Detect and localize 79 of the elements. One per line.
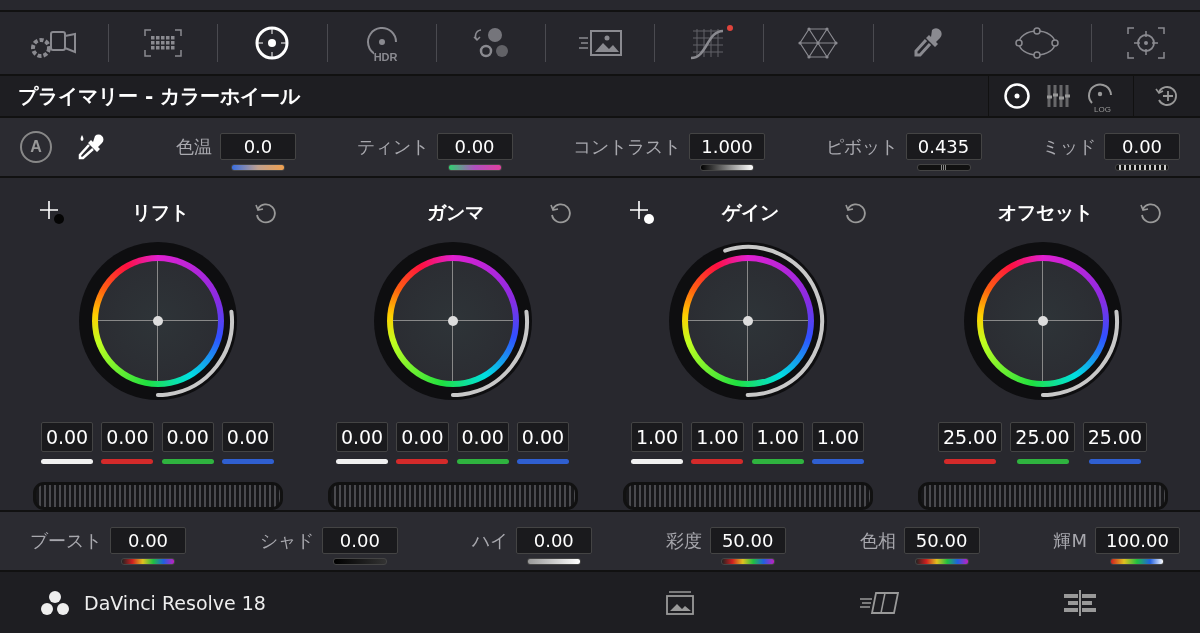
reset-button[interactable] [1138,201,1163,225]
value-field[interactable]: 0.435 [905,133,982,160]
parameter-label: 輝M [1053,529,1087,553]
gradient-bar [332,558,387,565]
value-field[interactable]: 0.00 [515,527,592,554]
app-name: DaVinci Resolve 18 [84,591,266,614]
log-mode-button[interactable]: LOG [1085,81,1115,111]
value-field[interactable]: 1.00 [751,422,804,452]
ellipse-icon [1014,26,1059,60]
value-field[interactable]: 25.00 [937,422,1003,452]
eyedropper-icon [912,27,943,59]
center-handle[interactable] [1037,316,1048,326]
bars-mode-button[interactable] [1045,83,1071,109]
color-wheel-icon [254,25,291,61]
value-field[interactable]: 0.00 [516,422,570,452]
value-field[interactable]: 25.00 [1082,422,1148,452]
panel-title: プライマリー - カラーホイール [17,82,302,110]
parameter-label: ブースト [30,529,102,553]
hdr-tool-button[interactable]: HDR [327,13,436,73]
value-field[interactable]: 1.000 [689,133,765,160]
wheel-title: ガンマ [427,200,484,225]
parameter-label: ミッド [1042,135,1096,159]
value-field[interactable]: 0.00 [1104,133,1180,160]
center-handle[interactable] [742,316,753,326]
parameter-label: ティント [356,135,429,159]
gradient-bar [121,558,175,565]
value-field[interactable]: 100.00 [1095,527,1180,554]
wheel-title: ゲイン [722,200,779,225]
value-field[interactable]: 0.00 [321,527,398,554]
gradient-bar [914,558,969,565]
center-handle[interactable] [447,316,458,326]
parameter-label: 彩度 [665,529,702,553]
hexagon-mesh-icon [798,26,839,60]
value-field[interactable]: 50.00 [903,527,980,554]
wheels-mode-button[interactable] [1003,82,1031,110]
value-field[interactable]: 0.00 [110,527,186,554]
value-field[interactable]: 0.00 [40,422,94,452]
value-field[interactable]: 1.00 [811,422,865,452]
target-icon [1125,26,1166,60]
parameter-label: コントラスト [573,135,681,159]
value-field[interactable]: 0.00 [436,133,513,160]
parameter-label: シャド [259,529,314,553]
value-field[interactable]: 0.00 [161,422,214,452]
parameter-label: 色相 [859,529,896,553]
auto-balance-button[interactable]: A [20,131,52,163]
wheel-title: オフセット [998,200,1093,225]
value-field[interactable]: 0.00 [456,422,509,452]
gradient-bar [720,558,775,565]
eyedropper-button[interactable] [76,132,106,162]
gradient-bar [231,164,285,171]
three-petal-logo-icon [40,588,70,617]
gradient-bar [447,164,502,171]
image-icon [664,588,696,617]
wheel-title: リフト [132,200,189,225]
value-field[interactable]: 25.00 [1010,422,1075,452]
value-field[interactable]: 0.0 [220,133,296,160]
gradient-bar [526,558,581,565]
value-field[interactable]: 1.00 [630,422,684,452]
value-field[interactable]: 0.00 [101,422,154,452]
parameter-label: 色温 [176,135,212,159]
reset-button[interactable] [548,201,573,225]
value-field[interactable]: 0.00 [396,422,449,452]
value-field[interactable]: 0.00 [335,422,389,452]
gradient-bar [1115,164,1169,171]
center-handle[interactable] [152,316,163,326]
gradient-bar [1110,558,1165,565]
circles-icon [470,26,511,60]
parameter-label: ハイ [471,529,508,553]
image-icon [577,28,624,58]
value-field[interactable]: 0.00 [221,422,275,452]
reset-button[interactable] [843,201,868,225]
gradient-bar [700,164,754,171]
grid-icon [143,28,184,58]
gradient-bar [916,164,971,171]
value-field[interactable]: 1.00 [691,422,744,452]
reset-button[interactable] [253,201,278,225]
reset-all-button[interactable] [1154,83,1180,109]
parameter-label: ピボット [825,135,898,159]
value-field[interactable]: 50.00 [709,527,786,554]
